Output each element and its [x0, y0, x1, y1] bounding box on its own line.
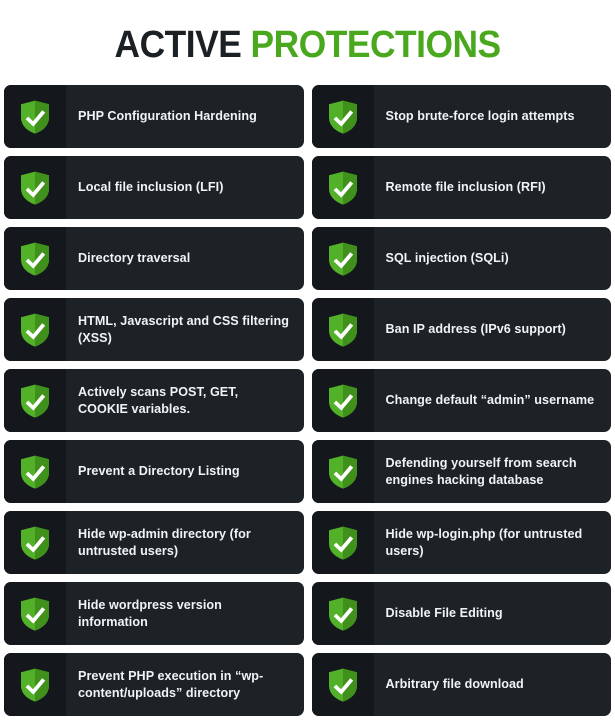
- protection-card: SQL injection (SQLi): [311, 227, 612, 290]
- shield-check-icon: [4, 156, 66, 219]
- protection-label: Remote file inclusion (RFI): [385, 180, 546, 195]
- protection-card: Prevent PHP execution in “wp-content/upl…: [4, 653, 304, 716]
- protection-card-body: Prevent PHP execution in “wp-content/upl…: [66, 653, 304, 716]
- page-title: ACTIVE PROTECTIONS: [114, 23, 501, 66]
- shield-check-icon: [311, 653, 374, 716]
- protection-label: Prevent PHP execution in “wp-content/upl…: [78, 668, 264, 700]
- page-header: ACTIVE PROTECTIONS: [0, 0, 615, 85]
- shield-check-icon: [4, 582, 66, 645]
- protection-label: Ban IP address (IPv6 support): [385, 322, 566, 337]
- protection-card-body: Change default “admin” username: [374, 369, 612, 432]
- protection-label: Defending yourself from search engines h…: [385, 455, 577, 487]
- protection-card-body: Ban IP address (IPv6 support): [374, 298, 612, 361]
- shield-check-icon: [4, 653, 66, 716]
- protection-label: SQL injection (SQLi): [385, 251, 509, 266]
- protection-label: Disable File Editing: [385, 606, 503, 621]
- protection-label: HTML, Javascript and CSS filtering (XSS): [78, 313, 289, 345]
- shield-check-icon: [4, 227, 66, 290]
- protection-card: Arbitrary file download: [311, 653, 612, 716]
- shield-check-icon: [311, 85, 374, 148]
- protection-label: Local file inclusion (LFI): [78, 180, 224, 195]
- shield-check-icon: [311, 156, 374, 219]
- protection-card-body: HTML, Javascript and CSS filtering (XSS): [66, 298, 304, 361]
- active-protections-page: ACTIVE PROTECTIONS PHP Configuration Hard…: [0, 0, 615, 726]
- protection-card: Prevent a Directory Listing: [4, 440, 304, 503]
- shield-check-icon: [4, 369, 66, 432]
- protection-card: Local file inclusion (LFI): [4, 156, 304, 219]
- protection-label: Stop brute-force login attempts: [385, 109, 575, 124]
- protection-card-body: SQL injection (SQLi): [374, 227, 612, 290]
- protection-label: Directory traversal: [78, 251, 191, 266]
- protection-card-body: PHP Configuration Hardening: [66, 85, 304, 148]
- shield-check-icon: [311, 369, 374, 432]
- protection-card-body: Arbitrary file download: [374, 653, 612, 716]
- protection-card-body: Directory traversal: [66, 227, 304, 290]
- protection-card: PHP Configuration Hardening: [4, 85, 304, 148]
- protection-label: Change default “admin” username: [385, 393, 595, 408]
- shield-check-icon: [4, 440, 66, 503]
- protection-card: Hide wp-admin directory (for untrusted u…: [4, 511, 304, 574]
- protection-card: Change default “admin” username: [311, 369, 612, 432]
- page-title-accent: PROTECTIONS: [250, 23, 501, 66]
- protections-grid: PHP Configuration Hardening Stop brute-fo…: [0, 85, 615, 716]
- protection-card-body: Hide wp-admin directory (for untrusted u…: [66, 511, 304, 574]
- protection-card: Disable File Editing: [311, 582, 612, 645]
- protection-card-body: Hide wordpress version information: [66, 582, 304, 645]
- protection-card-body: Hide wp-login.php (for untrusted users): [374, 511, 612, 574]
- protection-card: Ban IP address (IPv6 support): [311, 298, 612, 361]
- protection-label: Prevent a Directory Listing: [78, 464, 240, 479]
- protection-label: Hide wordpress version information: [78, 597, 222, 629]
- protection-card: Hide wp-login.php (for untrusted users): [311, 511, 612, 574]
- shield-check-icon: [4, 298, 66, 361]
- protection-label: Arbitrary file download: [385, 677, 524, 692]
- protection-label: Hide wp-admin directory (for untrusted u…: [78, 526, 251, 558]
- shield-check-icon: [4, 511, 66, 574]
- protection-card-body: Prevent a Directory Listing: [66, 440, 304, 503]
- protection-card-body: Remote file inclusion (RFI): [374, 156, 612, 219]
- shield-check-icon: [311, 582, 374, 645]
- protection-card-body: Defending yourself from search engines h…: [374, 440, 612, 503]
- protection-card-body: Actively scans POST, GET, COOKIE variabl…: [66, 369, 304, 432]
- protection-label: PHP Configuration Hardening: [78, 109, 257, 124]
- shield-check-icon: [311, 440, 374, 503]
- protection-card: Directory traversal: [4, 227, 304, 290]
- shield-check-icon: [311, 511, 374, 574]
- protection-card: Defending yourself from search engines h…: [311, 440, 612, 503]
- page-title-primary: ACTIVE: [114, 23, 242, 66]
- protection-card: Actively scans POST, GET, COOKIE variabl…: [4, 369, 304, 432]
- shield-check-icon: [4, 85, 66, 148]
- protection-card-body: Stop brute-force login attempts: [374, 85, 612, 148]
- protection-card: HTML, Javascript and CSS filtering (XSS): [4, 298, 304, 361]
- protection-card: Stop brute-force login attempts: [311, 85, 612, 148]
- protection-label: Actively scans POST, GET, COOKIE variabl…: [78, 384, 239, 416]
- shield-check-icon: [311, 227, 374, 290]
- protection-card: Hide wordpress version information: [4, 582, 304, 645]
- protection-card-body: Disable File Editing: [374, 582, 612, 645]
- protection-card-body: Local file inclusion (LFI): [66, 156, 304, 219]
- protection-card: Remote file inclusion (RFI): [311, 156, 612, 219]
- shield-check-icon: [311, 298, 374, 361]
- protection-label: Hide wp-login.php (for untrusted users): [385, 526, 583, 558]
